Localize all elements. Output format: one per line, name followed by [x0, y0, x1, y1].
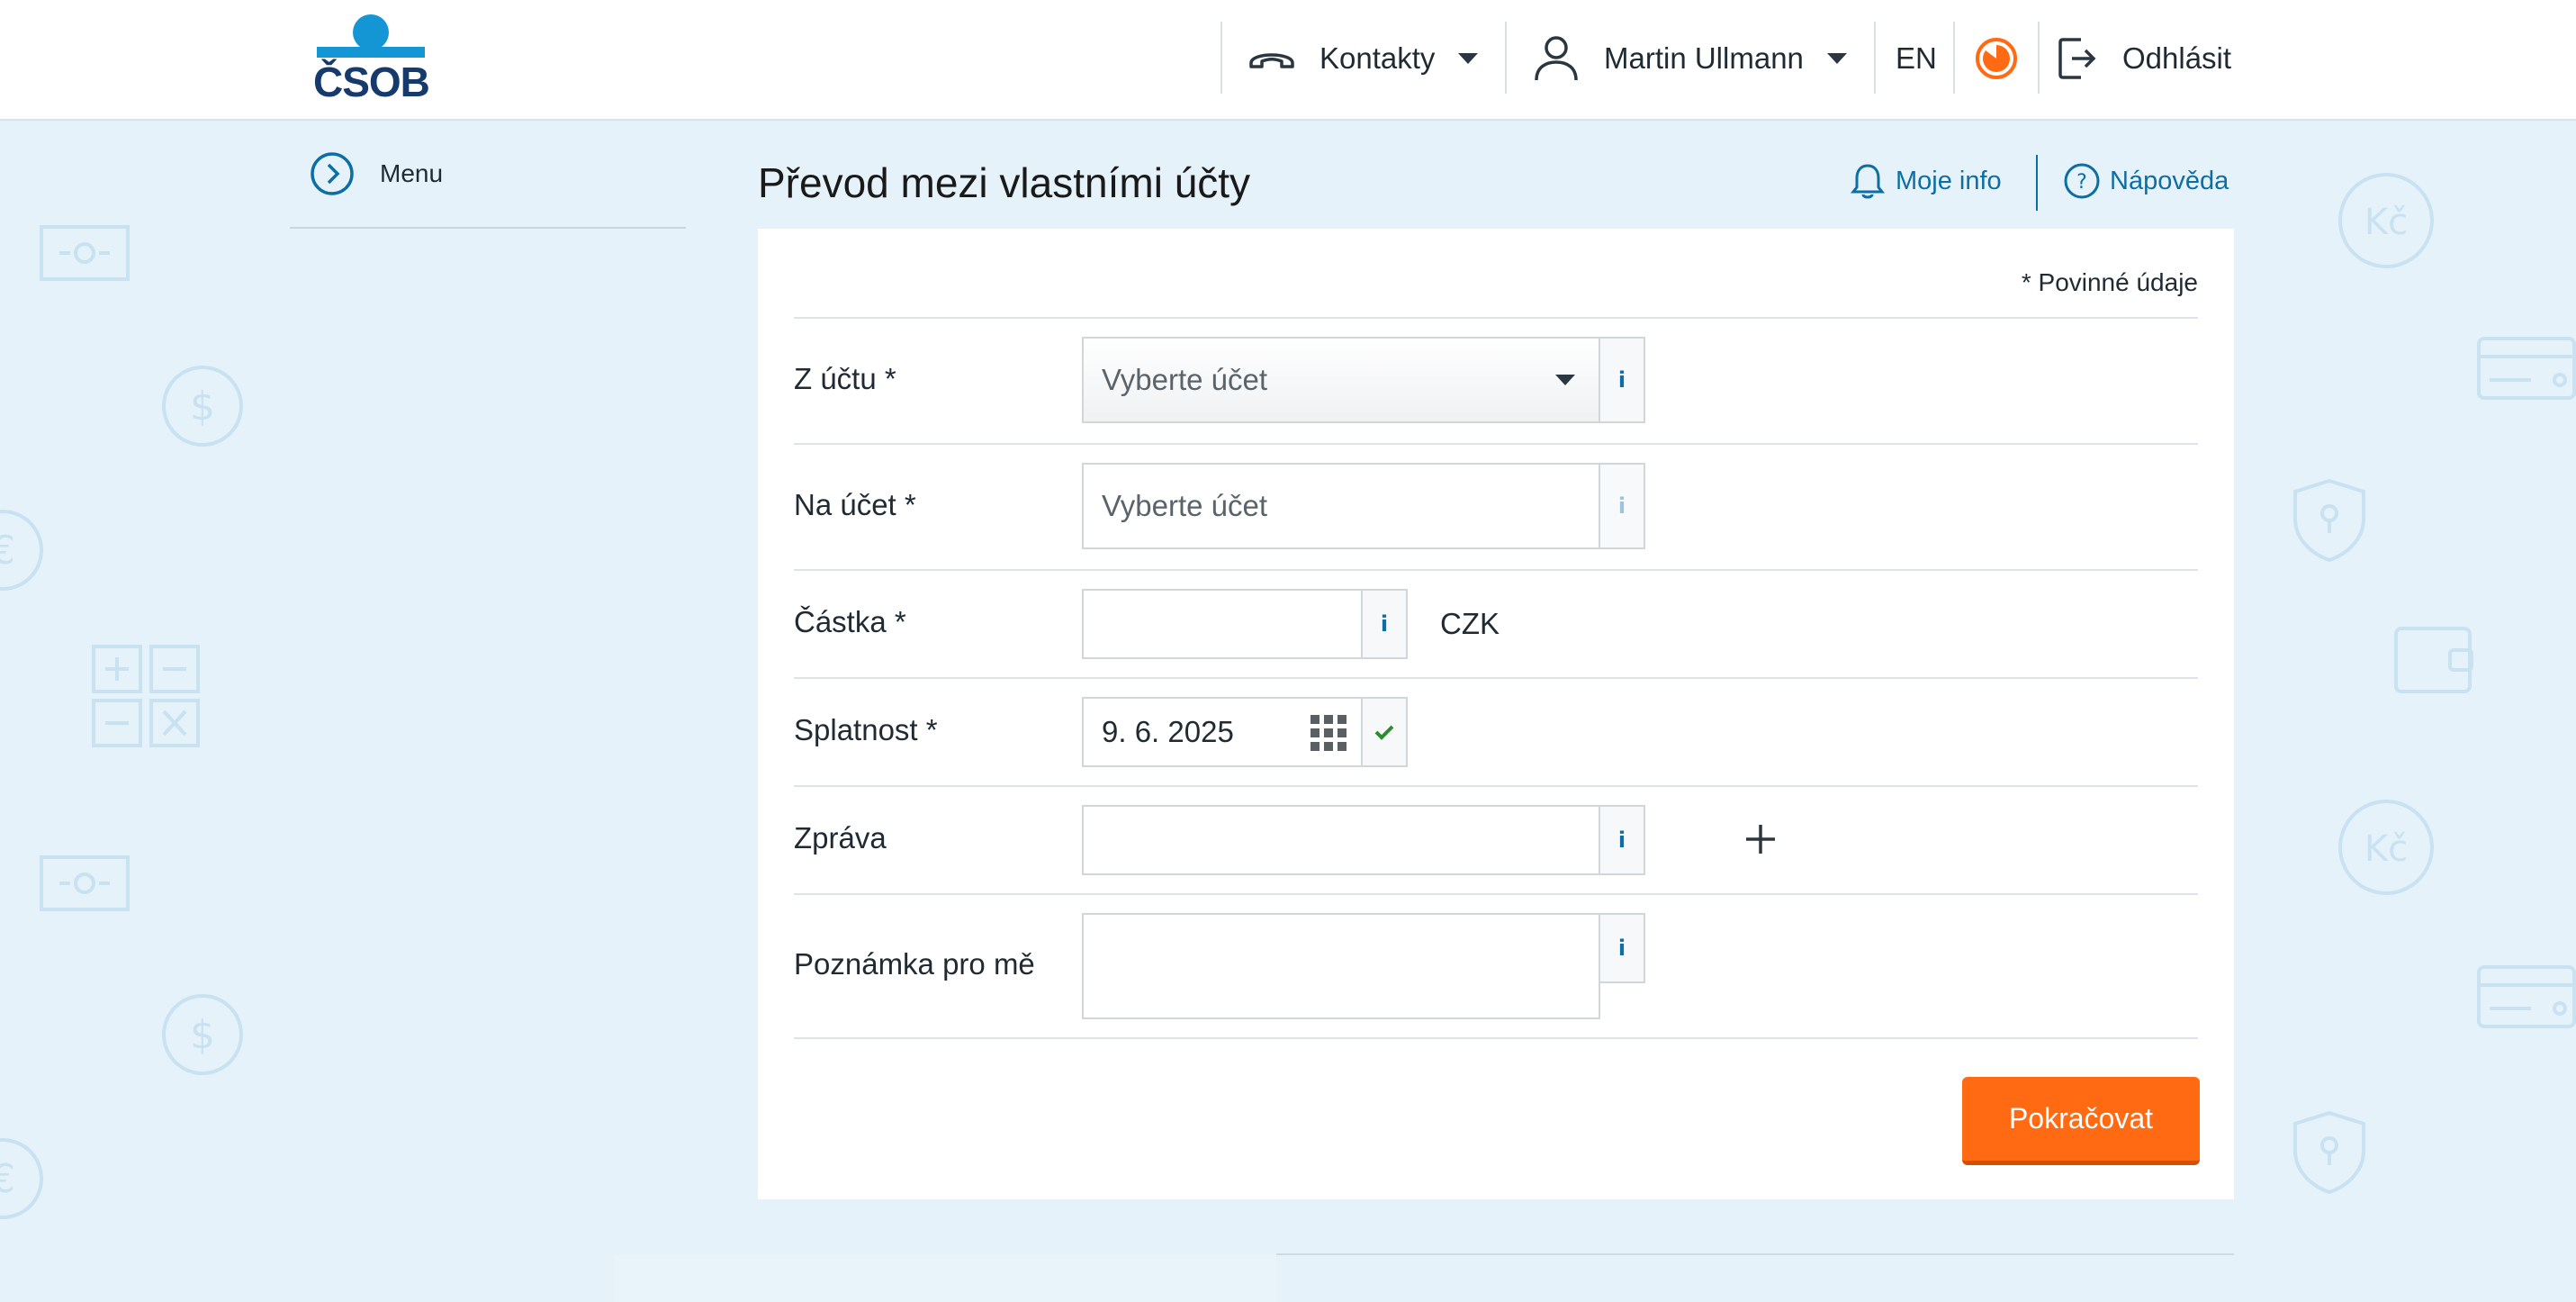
credit-card-icon [2477, 965, 2576, 1028]
from-account-select[interactable]: Vyberte účet [1082, 337, 1600, 423]
transfer-form: * Povinné údaje Z účtu * Vyberte účet i … [758, 229, 2234, 1199]
nav-divider [1220, 22, 1222, 94]
row-divider [794, 443, 2198, 445]
phone-icon [1249, 53, 1294, 68]
from-account-label: Z účtu * [794, 362, 896, 395]
logout-icon [2058, 38, 2096, 79]
row-divider [794, 1037, 2198, 1039]
user-name: Martin Ullmann [1604, 41, 1804, 75]
from-account-placeholder: Vyberte účet [1102, 363, 1268, 396]
required-note: * Povinné údaje [2021, 268, 2198, 296]
euro-coin-icon: € [0, 1138, 43, 1219]
nav-divider [1874, 22, 1876, 94]
banknote-icon [40, 225, 130, 281]
amount-info-button[interactable]: i [1361, 589, 1408, 659]
bell-icon [1851, 164, 1885, 199]
logout-button[interactable]: Odhlásit [2058, 0, 2231, 117]
calculator-icon [92, 645, 200, 747]
currency-label: CZK [1440, 607, 1500, 640]
svg-text:$: $ [190, 1012, 215, 1058]
euro-coin-icon: € [0, 510, 43, 591]
checkmark-icon [1374, 725, 1394, 740]
continue-button[interactable]: Pokračovat [1962, 1077, 2200, 1165]
due-date-value: 9. 6. 2025 [1102, 715, 1234, 748]
chevron-down-icon [1458, 53, 1479, 64]
amount-input[interactable] [1082, 589, 1363, 659]
contacts-label: Kontakty [1320, 41, 1436, 75]
dollar-coin-icon: $ [162, 366, 243, 447]
row-divider [794, 893, 2198, 895]
csob-logo[interactable]: ČSOB [313, 13, 430, 105]
user-icon [1535, 36, 1578, 81]
shield-icon [2293, 478, 2365, 563]
session-timer-icon [1976, 38, 2017, 79]
message-input[interactable] [1082, 805, 1600, 875]
session-timer[interactable] [1975, 0, 2018, 117]
to-account-placeholder: Vyberte účet [1102, 489, 1268, 522]
help-icon: ? [2064, 163, 2100, 199]
nav-divider [2038, 22, 2040, 94]
side-menu: Menu [290, 144, 686, 229]
svg-text:$: $ [190, 384, 215, 429]
wallet-icon [2394, 627, 2473, 693]
koruna-coin-icon: Kč [2338, 173, 2434, 268]
calendar-grid-icon[interactable] [1311, 715, 1347, 751]
message-info-button[interactable]: i [1599, 805, 1645, 875]
help-label: Nápověda [2110, 166, 2229, 195]
footer-strip [614, 1255, 1276, 1302]
menu-toggle[interactable]: Menu [310, 151, 443, 196]
csob-logo-mark [317, 14, 425, 58]
logout-label: Odhlásit [2122, 41, 2232, 75]
banknote-icon [40, 855, 130, 911]
amount-label: Částka * [794, 605, 906, 638]
plus-icon[interactable] [1744, 823, 1777, 855]
user-dropdown[interactable]: Martin Ullmann [1534, 0, 1847, 117]
chevron-down-icon [1555, 375, 1575, 385]
note-label: Poznámka pro mě [794, 947, 1035, 981]
due-date-valid-indicator [1361, 697, 1408, 767]
svg-text:€: € [0, 1156, 15, 1202]
note-info-button[interactable]: i [1599, 913, 1645, 983]
row-divider [794, 317, 2198, 319]
shield-icon [2293, 1110, 2365, 1195]
due-date-label: Splatnost * [794, 713, 938, 746]
language-label: EN [1896, 41, 1937, 75]
svg-text:Kč: Kč [2364, 828, 2408, 870]
from-account-info-button[interactable]: i [1599, 337, 1645, 423]
chevron-right-circle-icon [311, 152, 354, 195]
to-account-label: Na účet * [794, 488, 916, 521]
page-title: Převod mezi vlastními účty [758, 159, 1251, 206]
row-divider [794, 569, 2198, 571]
menu-label: Menu [380, 159, 444, 187]
top-header: ČSOB Kontakty Martin Ullmann EN Odhlásit [0, 0, 2576, 121]
to-account-field[interactable]: Vyberte účet [1082, 463, 1600, 549]
chevron-down-icon [1826, 53, 1847, 64]
to-account-info-button[interactable]: i [1599, 463, 1645, 549]
footer-divider [1276, 1253, 2234, 1255]
due-date-input[interactable]: 9. 6. 2025 [1082, 697, 1363, 767]
row-divider [794, 785, 2198, 787]
contacts-dropdown[interactable]: Kontakty [1247, 0, 1479, 117]
nav-divider [1953, 22, 1955, 94]
svg-text:€: € [0, 528, 15, 574]
row-divider [794, 677, 2198, 679]
link-divider [2036, 155, 2038, 211]
dollar-coin-icon: $ [162, 994, 243, 1075]
message-label: Zpráva [794, 821, 887, 854]
nav-divider [1505, 22, 1507, 94]
svg-text:?: ? [2076, 171, 2087, 194]
language-switch[interactable]: EN [1896, 0, 1937, 117]
my-info-link[interactable]: Moje info [1851, 151, 2002, 211]
koruna-coin-icon: Kč [2338, 800, 2434, 895]
logo-text: ČSOB [313, 59, 430, 105]
svg-text:Kč: Kč [2364, 202, 2408, 243]
my-info-label: Moje info [1896, 166, 2002, 195]
help-link[interactable]: ? Nápověda [2063, 151, 2229, 211]
note-textarea[interactable] [1082, 913, 1600, 1019]
credit-card-icon [2477, 337, 2576, 400]
